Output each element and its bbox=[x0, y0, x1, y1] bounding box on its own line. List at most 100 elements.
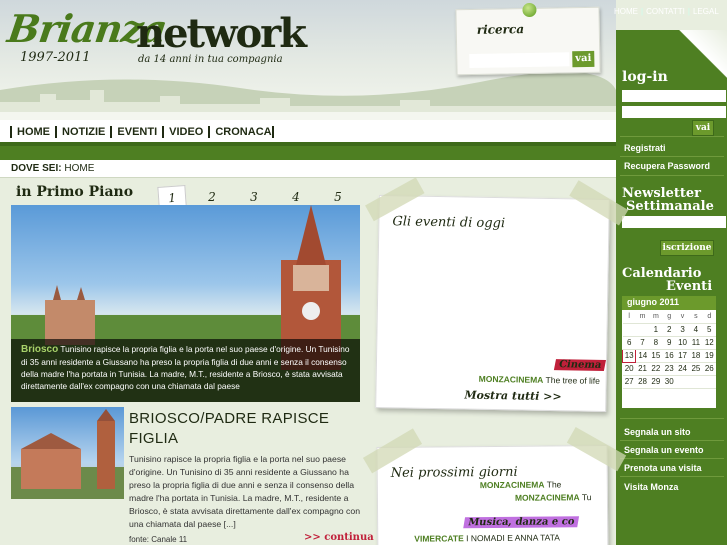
calendar-day[interactable]: 7 bbox=[635, 336, 650, 350]
recover-password-link[interactable]: Recupera Password bbox=[624, 161, 710, 171]
username-field[interactable] bbox=[622, 90, 726, 102]
register-link[interactable]: Registrati bbox=[624, 143, 666, 153]
weekday-label: v bbox=[675, 310, 690, 324]
logo-network: network bbox=[136, 10, 307, 57]
nav-item-eventi[interactable]: EVENTI bbox=[110, 126, 162, 138]
calendar-day[interactable]: 19 bbox=[702, 349, 716, 363]
events-today-title: Gli eventi di oggi bbox=[392, 214, 506, 232]
section-title-primo-piano: in Primo Piano bbox=[16, 184, 134, 200]
calendar-day[interactable]: 2 bbox=[662, 323, 676, 337]
nav-item-video[interactable]: VIDEO bbox=[162, 126, 208, 138]
category-label-cinema: Cinema bbox=[553, 359, 607, 371]
sidebar: log-in vai Registrati Recupera Password … bbox=[616, 30, 727, 545]
top-link-legal[interactable]: LEGAL bbox=[693, 7, 719, 16]
top-links: HOME | CONTATTI | LEGAL bbox=[614, 7, 719, 16]
nav-item-home[interactable]: HOME bbox=[10, 126, 55, 138]
article-text: Tunisino rapisce la propria figlia e la … bbox=[129, 454, 361, 529]
calendar-day[interactable]: 6 bbox=[622, 336, 636, 350]
nav-item-cronaca[interactable]: CRONACA bbox=[208, 126, 274, 138]
pager-page-5[interactable]: 5 bbox=[324, 186, 352, 206]
calendar-day[interactable]: 27 bbox=[622, 375, 636, 389]
calendar-day[interactable]: 29 bbox=[649, 375, 663, 389]
breadcrumb-current[interactable]: HOME bbox=[64, 163, 94, 174]
calendar-day[interactable] bbox=[635, 323, 650, 337]
page: Brianza network 1997-2011 da 14 anni in … bbox=[0, 0, 727, 545]
calendar-day[interactable] bbox=[622, 323, 636, 337]
calendar-day[interactable]: 1 bbox=[649, 323, 663, 337]
hero-location[interactable]: Briosco bbox=[21, 344, 58, 355]
events-upcoming-title: Nei prossimi giorni bbox=[390, 464, 518, 481]
newsletter-email-field[interactable] bbox=[622, 216, 726, 228]
pager-page-1[interactable]: 1 bbox=[157, 185, 187, 207]
nav-item-notizie[interactable]: NOTIZIE bbox=[55, 126, 110, 138]
calendar-day[interactable]: 12 bbox=[702, 336, 716, 350]
calendar-day[interactable]: 22 bbox=[649, 362, 663, 376]
calendar-month: giugno 2011 bbox=[622, 296, 716, 310]
weekday-label: s bbox=[689, 310, 703, 324]
calendar-day[interactable]: 4 bbox=[689, 323, 703, 337]
show-all-events-link[interactable]: Mostra tutti >> bbox=[464, 389, 561, 404]
calendar-day[interactable]: 11 bbox=[689, 336, 703, 350]
category-label-musica: Musica, danza e co bbox=[463, 516, 580, 529]
sidebar-link-segnala-sito[interactable]: Segnala un sito bbox=[624, 427, 691, 437]
calendar-day[interactable]: 16 bbox=[662, 349, 676, 363]
hero-slide-image[interactable]: Briosco Tunisino rapisce la propria figl… bbox=[11, 205, 360, 402]
calendar-day[interactable]: 20 bbox=[622, 362, 636, 376]
calendar-day[interactable] bbox=[702, 375, 716, 389]
calendar-day[interactable]: 30 bbox=[662, 375, 676, 389]
calendar-day[interactable]: 3 bbox=[675, 323, 690, 337]
pager-page-2[interactable]: 2 bbox=[198, 186, 226, 206]
article-thumbnail[interactable] bbox=[11, 407, 124, 499]
sidebar-link-segnala-evento[interactable]: Segnala un evento bbox=[624, 445, 704, 455]
calendar-day[interactable]: 14 bbox=[635, 349, 650, 363]
newsletter-subscribe-button[interactable]: iscrizione bbox=[660, 240, 714, 256]
calendar-day[interactable]: 23 bbox=[662, 362, 676, 376]
article-continue-link[interactable]: >> continua bbox=[304, 532, 374, 543]
calendar-day[interactable]: 9 bbox=[662, 336, 676, 350]
calendar-day[interactable]: 8 bbox=[649, 336, 663, 350]
pager-page-3[interactable]: 3 bbox=[240, 186, 268, 206]
events-today-panel: Gli eventi di oggi Cinema MONZACINEMA Th… bbox=[365, 177, 629, 412]
page-curl-decoration bbox=[674, 30, 727, 82]
logo-years: 1997-2011 bbox=[20, 50, 91, 65]
calendar-day[interactable]: 25 bbox=[689, 362, 703, 376]
sidebar-link-visita-monza[interactable]: Visita Monza bbox=[624, 482, 678, 492]
search-label: ricerca bbox=[476, 22, 525, 37]
search-button[interactable]: vai bbox=[572, 50, 595, 68]
calendar-day[interactable]: 21 bbox=[635, 362, 650, 376]
pager-page-4[interactable]: 4 bbox=[282, 186, 310, 206]
calendar-day[interactable]: 18 bbox=[689, 349, 703, 363]
church-photo bbox=[11, 409, 124, 499]
divider bbox=[620, 175, 724, 176]
calendar-day[interactable]: 28 bbox=[635, 375, 650, 389]
event-item[interactable]: MONZACINEMA Tu bbox=[515, 492, 608, 503]
calendar-day[interactable]: 10 bbox=[675, 336, 690, 350]
password-field[interactable] bbox=[622, 106, 726, 118]
login-button[interactable]: vai bbox=[692, 120, 714, 136]
hero-text: Tunisino rapisce la propria figlia e la … bbox=[21, 344, 350, 391]
pushpin-icon bbox=[522, 2, 537, 18]
weekday-label: d bbox=[702, 310, 716, 324]
event-item[interactable]: VIMERCATE I NOMADI E ANNA TATA bbox=[414, 532, 608, 543]
event-item[interactable]: MONZACINEMA The tree of life bbox=[479, 374, 607, 386]
top-link-home[interactable]: HOME bbox=[614, 7, 638, 16]
search-input[interactable] bbox=[469, 52, 570, 69]
calendar-day[interactable]: 26 bbox=[702, 362, 716, 376]
calendar-day[interactable]: 17 bbox=[675, 349, 690, 363]
divider bbox=[620, 440, 724, 441]
calendar-day-today[interactable]: 13 bbox=[621, 348, 637, 363]
calendar-day[interactable] bbox=[675, 375, 690, 389]
slideshow-pager: 1 2 3 4 5 bbox=[157, 185, 358, 207]
top-link-contatti[interactable]: CONTATTI bbox=[646, 7, 685, 16]
event-item[interactable]: MONZACINEMA The bbox=[480, 479, 608, 490]
calendar-day[interactable]: 15 bbox=[649, 349, 663, 363]
calendar-subtitle: Eventi bbox=[666, 279, 713, 294]
calendar-day[interactable] bbox=[689, 375, 703, 389]
article-title[interactable]: BRIOSCO/PADRE RAPISCE FIGLIA bbox=[129, 409, 359, 449]
event-venue: MONZACINEMA bbox=[478, 373, 544, 385]
divider bbox=[620, 136, 724, 137]
sidebar-link-prenota-visita[interactable]: Prenota una visita bbox=[624, 463, 702, 473]
calendar-day[interactable]: 24 bbox=[675, 362, 690, 376]
brianzanetwork-logo[interactable]: Brianza network 1997-2011 da 14 anni in … bbox=[5, 6, 307, 72]
calendar-day[interactable]: 5 bbox=[702, 323, 716, 337]
